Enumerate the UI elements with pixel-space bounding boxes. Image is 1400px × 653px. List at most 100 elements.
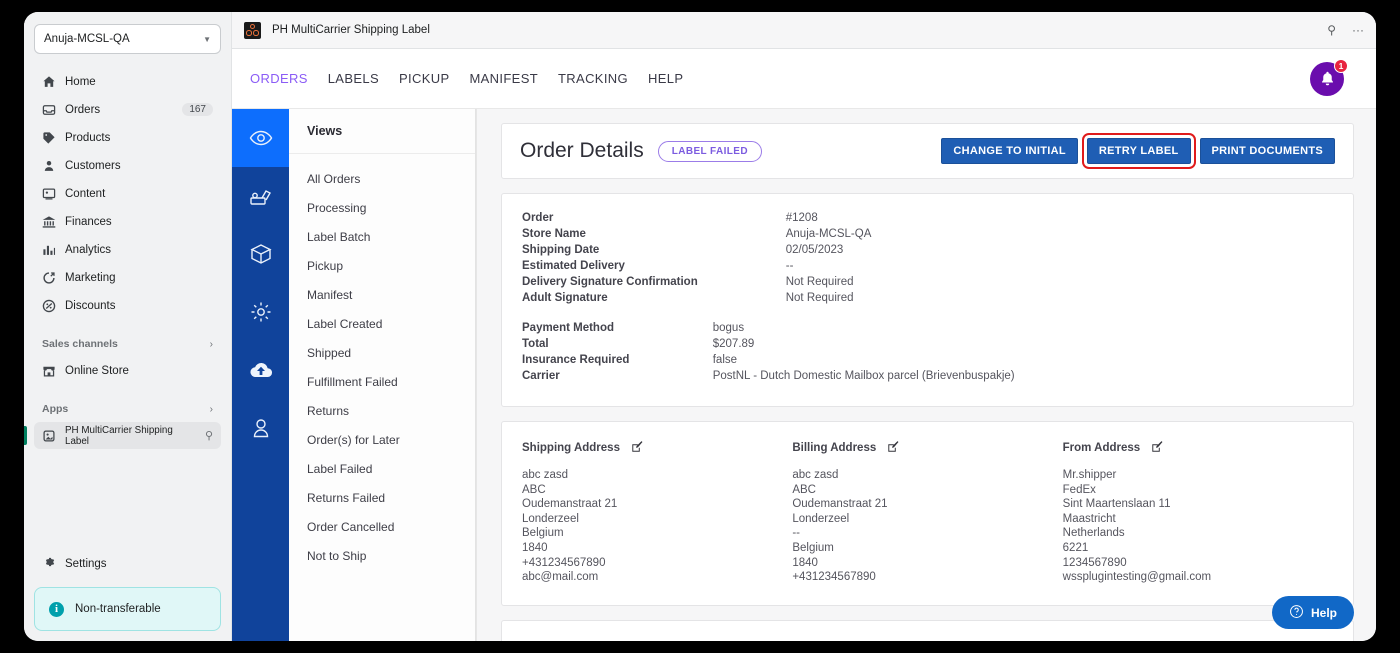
sidebar-item-content[interactable]: Content <box>34 180 221 207</box>
retry-label-button[interactable]: RETRY LABEL <box>1081 133 1196 169</box>
field-key: Delivery Signature Confirmation <box>522 276 698 288</box>
app-title: PH MultiCarrier Shipping Label <box>272 24 430 36</box>
change-to-initial-button[interactable]: CHANGE TO INITIAL <box>941 138 1078 164</box>
billing-address-block: Billing Address abc zasd ABC Oudemanstra… <box>792 440 1062 585</box>
sidebar-item-label: Analytics <box>65 243 112 256</box>
notification-count-badge: 1 <box>1334 58 1348 73</box>
view-item-returns-failed[interactable]: Returns Failed <box>289 483 475 512</box>
items-card: Items <box>501 619 1354 641</box>
from-address-header: From Address <box>1063 440 1333 456</box>
view-item-fulfillment-failed[interactable]: Fulfillment Failed <box>289 367 475 396</box>
content-scroll-area[interactable]: Order Details LABEL FAILED CHANGE TO INI… <box>476 109 1376 641</box>
rail-eye-icon[interactable] <box>232 109 289 167</box>
edit-icon[interactable] <box>887 440 900 456</box>
view-item-manifest[interactable]: Manifest <box>289 280 475 309</box>
notifications-button[interactable]: 1 <box>1310 58 1348 96</box>
rail-gear-icon[interactable] <box>232 283 289 341</box>
pin-icon[interactable]: ⚲ <box>1327 23 1336 37</box>
pin-icon[interactable]: ⚲ <box>205 429 213 442</box>
nav-tabs: ORDERS LABELS PICKUP MANIFEST TRACKING H… <box>242 71 683 86</box>
billing-address-header: Billing Address <box>792 440 1062 456</box>
sidebar-item-label: Products <box>65 131 111 144</box>
help-button[interactable]: Help <box>1271 596 1354 629</box>
rail-label-printer-icon[interactable] <box>232 167 289 225</box>
sales-channels-label: Sales channels <box>42 338 118 350</box>
sidebar-item-orders[interactable]: Orders 167 <box>34 96 221 123</box>
field-key: Payment Method <box>522 322 615 334</box>
tab-orders[interactable]: ORDERS <box>250 71 308 86</box>
titlebar-actions: ⚲ ··· <box>1327 23 1364 37</box>
sidebar-item-label: Home <box>65 75 96 88</box>
view-item-pickup[interactable]: Pickup <box>289 251 475 280</box>
view-item-label-created[interactable]: Label Created <box>289 309 475 338</box>
table-row: Estimated Delivery -- <box>522 260 1015 276</box>
tab-labels[interactable]: LABELS <box>328 71 379 86</box>
shopify-sidebar: Anuja-MCSL-QA ▼ Home Orders 167 Products… <box>24 12 232 641</box>
store-selector-value: Anuja-MCSL-QA <box>44 33 130 45</box>
tab-help[interactable]: HELP <box>648 71 683 86</box>
non-transferable-label: Non-transferable <box>75 603 161 615</box>
view-item-orders-for-later[interactable]: Order(s) for Later <box>289 425 475 454</box>
tab-manifest[interactable]: MANIFEST <box>469 71 538 86</box>
sidebar-item-label: Marketing <box>65 271 116 284</box>
tab-tracking[interactable]: TRACKING <box>558 71 628 86</box>
view-item-label-failed[interactable]: Label Failed <box>289 454 475 483</box>
field-key: Carrier <box>522 370 560 382</box>
app-window: Anuja-MCSL-QA ▼ Home Orders 167 Products… <box>24 12 1376 641</box>
sidebar-item-label: Finances <box>65 215 112 228</box>
view-item-order-cancelled[interactable]: Order Cancelled <box>289 512 475 541</box>
non-transferable-notice: i Non-transferable <box>34 587 221 631</box>
edit-icon[interactable] <box>1151 440 1164 456</box>
rail-cloud-upload-icon[interactable] <box>232 341 289 399</box>
store-selector[interactable]: Anuja-MCSL-QA ▼ <box>34 24 221 54</box>
view-item-label-batch[interactable]: Label Batch <box>289 222 475 251</box>
app-body: Views All Orders Processing Label Batch … <box>232 109 1376 641</box>
edit-icon[interactable] <box>631 440 644 456</box>
field-key: Estimated Delivery <box>522 260 625 272</box>
home-icon <box>42 75 56 89</box>
rail-open-box-icon[interactable] <box>232 225 289 283</box>
print-documents-button[interactable]: PRINT DOCUMENTS <box>1199 138 1335 164</box>
order-action-buttons: CHANGE TO INITIAL RETRY LABEL PRINT DOCU… <box>941 133 1335 169</box>
from-address-lines: Mr.shipper FedEx Sint Maartenslaan 11 Ma… <box>1062 469 1212 584</box>
question-circle-icon <box>1289 604 1304 622</box>
sidebar-item-analytics[interactable]: Analytics <box>34 236 221 263</box>
billing-address-lines: abc zasd ABC Oudemanstraat 21 Londerzeel… <box>792 469 888 584</box>
order-details-header-row: Order Details LABEL FAILED CHANGE TO INI… <box>502 124 1353 178</box>
view-item-processing[interactable]: Processing <box>289 193 475 222</box>
tab-pickup[interactable]: PICKUP <box>399 71 450 86</box>
sidebar-item-products[interactable]: Products <box>34 124 221 151</box>
field-value: PostNL - Dutch Domestic Mailbox parcel (… <box>712 370 1015 382</box>
table-row: Total $207.89 <box>522 338 1015 354</box>
views-column: Views All Orders Processing Label Batch … <box>289 109 476 641</box>
sidebar-item-online-store[interactable]: Online Store <box>34 357 221 384</box>
order-info-card: Order #1208 Store Name Anuja-MCSL-QA Shi… <box>501 193 1354 407</box>
sidebar-item-settings[interactable]: Settings <box>34 550 221 577</box>
chevron-right-icon: › <box>209 403 213 415</box>
orders-count-badge: 167 <box>182 103 213 116</box>
table-row: Shipping Date 02/05/2023 <box>522 244 1015 260</box>
app-titlebar: PH MultiCarrier Shipping Label ⚲ ··· <box>232 12 1376 49</box>
view-item-not-to-ship[interactable]: Not to Ship <box>289 541 475 570</box>
gear-icon <box>42 555 56 572</box>
sales-channels-group[interactable]: Sales channels › <box>34 332 221 356</box>
apps-group[interactable]: Apps › <box>34 397 221 421</box>
app-logo-icon <box>244 21 261 39</box>
sidebar-item-finances[interactable]: Finances <box>34 208 221 235</box>
addresses-row: Shipping Address abc zasd ABC Oudemanstr… <box>502 422 1353 605</box>
sidebar-item-home[interactable]: Home <box>34 68 221 95</box>
sidebar-item-ph-multicarrier-shipping-label[interactable]: PH MultiCarrier Shipping Label ⚲ <box>24 422 221 449</box>
sidebar-item-marketing[interactable]: Marketing <box>34 264 221 291</box>
view-item-returns[interactable]: Returns <box>289 396 475 425</box>
sidebar-item-discounts[interactable]: Discounts <box>34 292 221 319</box>
table-row: Delivery Signature Confirmation Not Requ… <box>522 276 1015 292</box>
view-item-shipped[interactable]: Shipped <box>289 338 475 367</box>
field-value: Not Required <box>785 292 854 304</box>
shipping-address-header: Shipping Address <box>522 440 792 456</box>
marketing-icon <box>42 271 56 285</box>
sidebar-item-customers[interactable]: Customers <box>34 152 221 179</box>
rail-user-icon[interactable] <box>232 399 289 457</box>
more-options-icon[interactable]: ··· <box>1352 23 1364 37</box>
view-item-all-orders[interactable]: All Orders <box>289 164 475 193</box>
icon-rail <box>232 109 289 641</box>
